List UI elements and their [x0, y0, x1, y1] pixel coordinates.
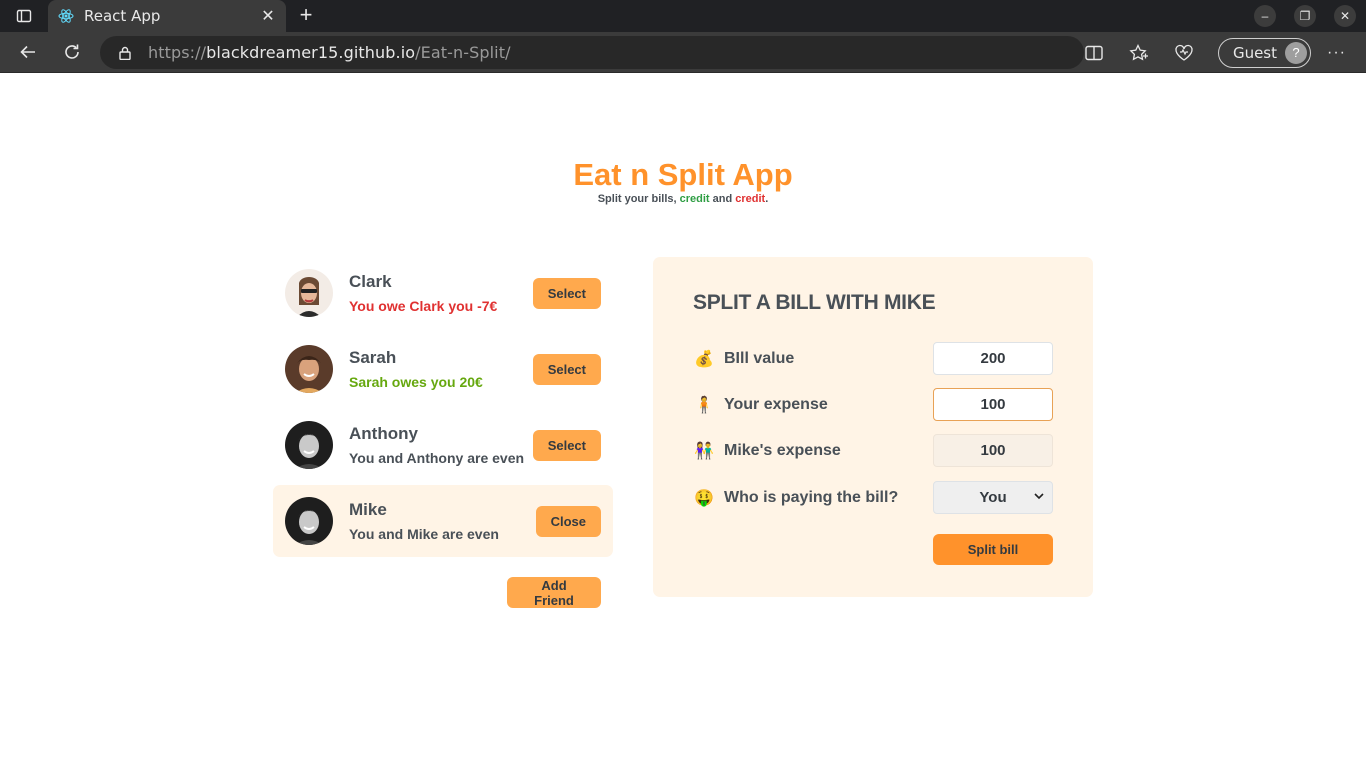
payer-select[interactable]: You	[933, 481, 1053, 514]
browser-tab[interactable]: React App ✕	[48, 0, 286, 32]
tab-actions-icon[interactable]	[12, 4, 36, 28]
chevron-down-icon	[1034, 493, 1044, 500]
browser-tab-bar: React App ✕ + – ❐ ✕	[0, 0, 1366, 32]
your-expense-input[interactable]: 100	[933, 388, 1053, 421]
friend-item: Sarah Sarah owes you 20€ Select	[273, 333, 613, 405]
address-bar[interactable]: https://blackdreamer15.github.io/Eat-n-S…	[100, 36, 1084, 69]
page: Eat n Split App Split your bills, credit…	[0, 73, 1366, 768]
favorites-icon[interactable]	[1127, 41, 1151, 65]
bill-value-input[interactable]: 200	[933, 342, 1053, 375]
friend-expense-label: Mike's expense	[724, 441, 841, 459]
profile-button[interactable]: Guest ?	[1217, 37, 1312, 68]
friend-item: Anthony You and Anthony are even Select	[273, 409, 613, 481]
your-expense-row: 🧍 Your expense 100	[693, 388, 1053, 421]
bill-value-row: 💰 BIll value 200	[693, 342, 1053, 375]
money-bag-icon: 💰	[694, 350, 714, 368]
friend-expense-row: 👫 Mike's expense 100	[693, 434, 1053, 467]
select-friend-button[interactable]: Select	[532, 429, 601, 461]
two-people-icon: 👫	[694, 442, 714, 460]
avatar	[285, 497, 333, 545]
your-expense-label: Your expense	[724, 395, 828, 413]
tab-title: React App	[84, 7, 161, 25]
browser-toolbar: https://blackdreamer15.github.io/Eat-n-S…	[0, 32, 1366, 73]
guest-avatar-icon: ?	[1285, 41, 1308, 64]
add-friend-button[interactable]: Add Friend	[507, 577, 601, 608]
avatar	[285, 345, 333, 393]
select-friend-button[interactable]: Select	[532, 353, 601, 385]
split-screen-icon[interactable]	[1082, 41, 1106, 65]
friend-balance: You and Anthony are even	[349, 450, 525, 466]
friend-name: Mike	[349, 500, 387, 519]
react-icon	[58, 8, 74, 24]
split-bill-button[interactable]: Split bill	[933, 534, 1053, 565]
profile-label: Guest	[1232, 43, 1278, 62]
close-window-icon[interactable]: ✕	[1334, 5, 1356, 27]
browser-essentials-icon[interactable]	[1172, 41, 1196, 65]
app-subtitle: Split your bills, credit and credit.	[597, 193, 769, 205]
payer-label: Who is paying the bill?	[724, 488, 899, 506]
friend-name: Sarah	[349, 348, 397, 367]
restore-icon[interactable]: ❐	[1294, 5, 1316, 27]
friend-balance: You and Mike are even	[349, 526, 499, 542]
friend-name: Clark	[349, 272, 392, 291]
new-tab-icon[interactable]: +	[294, 4, 318, 28]
avatar	[285, 421, 333, 469]
split-bill-form: SPLIT A BILL WITH MIKE 💰 BIll value 200 …	[653, 257, 1093, 597]
friend-balance: You owe Clark you -7€	[349, 298, 498, 314]
friend-expense-input: 100	[933, 434, 1053, 467]
payer-row: 🤑 Who is paying the bill? You	[693, 481, 1053, 514]
friend-name: Anthony	[349, 424, 418, 443]
reload-icon[interactable]	[60, 40, 84, 64]
bill-value-label: BIll value	[724, 349, 795, 367]
avatar	[285, 269, 333, 317]
friend-item-selected: Mike You and Mike are even Close	[273, 485, 613, 557]
more-options-icon[interactable]: ···	[1327, 44, 1346, 62]
friend-item: Clark You owe Clark you -7€ Select	[273, 257, 613, 329]
friend-balance: Sarah owes you 20€	[349, 374, 483, 390]
money-mouth-icon: 🤑	[694, 489, 714, 507]
close-tab-icon[interactable]: ✕	[260, 6, 276, 26]
back-icon[interactable]	[16, 40, 40, 64]
lock-icon[interactable]	[118, 45, 132, 61]
payer-selected-value: You	[979, 489, 1007, 506]
person-icon: 🧍	[694, 396, 714, 414]
minimize-icon[interactable]: –	[1254, 5, 1276, 27]
friends-list: Clark You owe Clark you -7€ Select Sarah…	[273, 257, 613, 561]
app-title: Eat n Split App	[573, 157, 793, 192]
close-friend-button[interactable]: Close	[535, 505, 601, 537]
url-text: https://blackdreamer15.github.io/Eat-n-S…	[148, 43, 511, 62]
select-friend-button[interactable]: Select	[532, 277, 601, 309]
split-form-title: SPLIT A BILL WITH MIKE	[693, 291, 936, 314]
